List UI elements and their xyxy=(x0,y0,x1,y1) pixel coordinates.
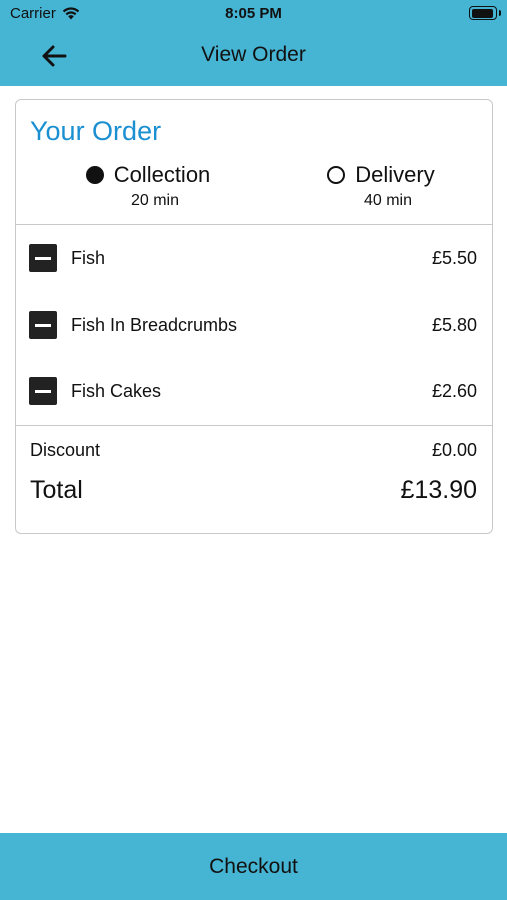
item-name: Fish Cakes xyxy=(71,380,162,401)
checkout-button[interactable]: Checkout xyxy=(0,833,507,900)
order-title: Your Order xyxy=(30,116,162,146)
order-item: Fish Cakes £2.60 xyxy=(16,371,492,411)
divider xyxy=(16,425,492,426)
delivery-time: 40 min xyxy=(363,192,413,209)
status-bar: Carrier 8:05 PM xyxy=(0,0,507,28)
app-header: Carrier 8:05 PM View Order xyxy=(0,0,507,86)
total-label: Total xyxy=(30,476,83,504)
collection-option[interactable]: Collection 20 min xyxy=(68,162,228,210)
checkout-label: Checkout xyxy=(209,854,298,878)
delivery-option[interactable]: Delivery 40 min xyxy=(301,162,461,210)
page-title: View Order xyxy=(201,43,306,66)
status-time: 8:05 PM xyxy=(225,5,282,22)
order-card: Your Order Collection 20 min Delivery 40… xyxy=(15,99,493,534)
item-price: £5.80 xyxy=(431,314,477,335)
discount-label: Discount xyxy=(30,440,101,460)
remove-item-button[interactable] xyxy=(29,311,57,339)
total-value: £13.90 xyxy=(400,476,477,504)
remove-item-button[interactable] xyxy=(29,244,57,272)
delivery-radio-icon[interactable] xyxy=(327,166,346,184)
remove-item-button[interactable] xyxy=(29,377,57,405)
battery-level xyxy=(471,8,494,18)
delivery-label: Delivery xyxy=(355,162,435,187)
item-name: Fish xyxy=(71,247,106,268)
divider xyxy=(16,224,492,225)
item-price: £2.60 xyxy=(431,380,477,401)
item-price: £5.50 xyxy=(431,247,477,268)
collection-radio-icon[interactable] xyxy=(85,166,104,184)
discount-value: £0.00 xyxy=(431,440,477,460)
order-item: Fish In Breadcrumbs £5.80 xyxy=(16,305,492,345)
collection-time: 20 min xyxy=(130,192,180,209)
item-name: Fish In Breadcrumbs xyxy=(71,314,238,335)
order-item: Fish £5.50 xyxy=(16,238,492,278)
collection-label: Collection xyxy=(113,162,211,187)
battery-icon xyxy=(469,6,501,20)
